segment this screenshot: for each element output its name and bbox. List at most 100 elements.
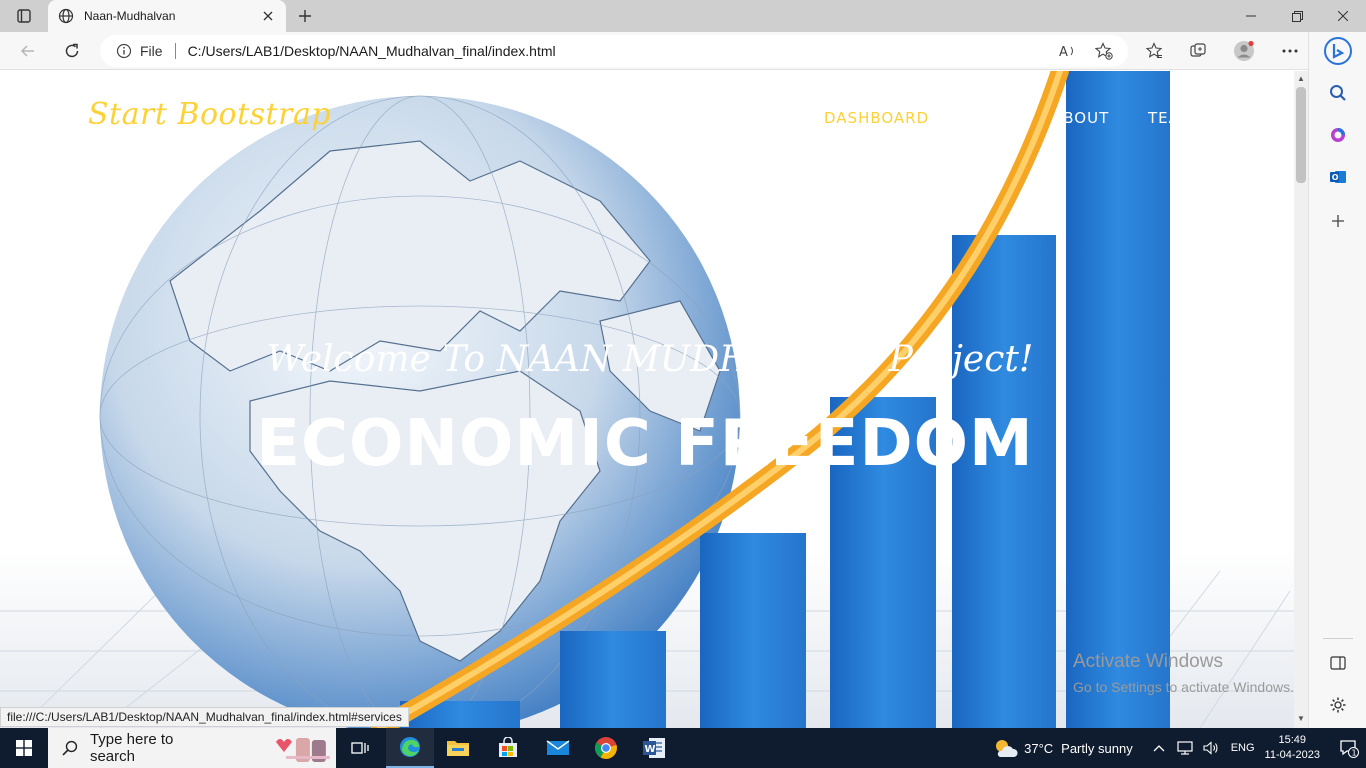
back-icon bbox=[20, 45, 34, 57]
scroll-up-arrow[interactable]: ▲ bbox=[1297, 75, 1305, 83]
more-icon bbox=[1282, 49, 1298, 53]
taskbar-chrome-app[interactable] bbox=[582, 728, 630, 768]
start-button[interactable] bbox=[0, 728, 48, 768]
taskbar-mail-app[interactable] bbox=[534, 728, 582, 768]
close-icon bbox=[1338, 11, 1348, 21]
taskbar-edge-app[interactable] bbox=[386, 728, 434, 768]
weather-icon bbox=[996, 740, 1018, 757]
refresh-button[interactable] bbox=[56, 35, 88, 67]
close-tab-button[interactable] bbox=[260, 8, 276, 24]
add-favorite-button[interactable] bbox=[1088, 35, 1120, 67]
svg-text:W: W bbox=[645, 744, 656, 755]
taskbar-store-app[interactable] bbox=[484, 728, 532, 768]
hero-heading: ECONOMIC FREEDOM bbox=[256, 407, 1034, 481]
volume-button[interactable] bbox=[1199, 741, 1223, 755]
bing-icon bbox=[1324, 37, 1352, 65]
settings-icon bbox=[1330, 697, 1346, 713]
watermark-subtitle: Go to Settings to activate Windows. bbox=[1073, 679, 1294, 695]
profile-button[interactable] bbox=[1228, 35, 1260, 67]
sidebar-office-button[interactable] bbox=[1323, 120, 1353, 150]
site-info-button[interactable] bbox=[116, 43, 132, 59]
scroll-thumb[interactable] bbox=[1296, 87, 1306, 183]
system-tray: 37°C Partly sunny ENG 15:49 11-04-2023 1 bbox=[992, 728, 1366, 768]
address-separator bbox=[174, 43, 176, 59]
collections-icon bbox=[1190, 43, 1206, 57]
word-icon: W bbox=[643, 738, 665, 758]
network-button[interactable] bbox=[1173, 741, 1197, 755]
weather-widget[interactable]: 37°C Partly sunny bbox=[992, 737, 1133, 759]
task-view-button[interactable] bbox=[336, 728, 384, 768]
bing-button[interactable] bbox=[1323, 36, 1353, 66]
input-language-indicator[interactable]: ENG bbox=[1231, 742, 1255, 754]
taskbar-clock[interactable]: 15:49 11-04-2023 bbox=[1265, 733, 1320, 763]
back-button[interactable] bbox=[12, 35, 44, 67]
hero-background-image bbox=[0, 71, 1294, 728]
maximize-icon bbox=[1291, 10, 1303, 22]
hide-sidebar-button[interactable] bbox=[1323, 648, 1353, 678]
watermark-title: Activate Windows bbox=[1073, 651, 1223, 672]
favorites-button[interactable] bbox=[1138, 35, 1170, 67]
new-tab-button[interactable] bbox=[292, 4, 318, 28]
notification-badge: 1 bbox=[1352, 749, 1357, 758]
sidebar-outlook-button[interactable]: O bbox=[1323, 162, 1353, 192]
close-icon bbox=[263, 11, 273, 21]
more-button[interactable] bbox=[1274, 35, 1306, 67]
tab-title: Naan-Mudhalvan bbox=[84, 9, 176, 23]
close-window-button[interactable] bbox=[1320, 0, 1366, 32]
edge-icon bbox=[400, 737, 420, 757]
nav-link-history[interactable]: HISTORY bbox=[944, 109, 1016, 127]
tab-actions-button[interactable] bbox=[8, 4, 40, 28]
task-view-icon bbox=[351, 742, 369, 754]
mail-icon bbox=[546, 740, 570, 755]
sidebar-add-button[interactable] bbox=[1323, 206, 1353, 236]
file-explorer-icon bbox=[447, 741, 469, 756]
taskbar-file-explorer-app[interactable] bbox=[434, 728, 482, 768]
search-highlight-image bbox=[276, 738, 331, 762]
plus-icon bbox=[299, 10, 311, 22]
taskbar-word-app[interactable]: W bbox=[630, 728, 678, 768]
nav-link-about[interactable]: ABOUT bbox=[1052, 109, 1109, 127]
address-bar[interactable]: File C:/Users/LAB1/Desktop/NAAN_Mudhalva… bbox=[100, 35, 1128, 67]
scroll-down-arrow[interactable]: ▼ bbox=[1297, 715, 1305, 723]
tab-actions-icon bbox=[17, 9, 31, 23]
browser-toolbar: File C:/Users/LAB1/Desktop/NAAN_Mudhalva… bbox=[0, 32, 1366, 70]
weather-condition: Partly sunny bbox=[1061, 740, 1133, 756]
maximize-button[interactable] bbox=[1274, 0, 1320, 32]
sidebar-divider bbox=[1323, 638, 1353, 639]
read-aloud-icon: A bbox=[1059, 45, 1073, 59]
taskbar-search-box[interactable]: Type here to search bbox=[48, 728, 336, 768]
chevron-up-icon bbox=[1153, 745, 1165, 752]
collections-button[interactable] bbox=[1182, 35, 1214, 67]
chrome-icon bbox=[594, 737, 617, 759]
nav-link-dashboard[interactable]: DASHBOARD bbox=[824, 109, 929, 127]
hero-subheading: Welcome To NAAN MUDHALVAN Project! bbox=[266, 339, 1034, 380]
brand-logo-link[interactable]: Start Bootstrap bbox=[88, 97, 331, 132]
page-viewport: Start Bootstrap DASHBOARD HISTORY ABOUT … bbox=[0, 71, 1294, 728]
url-text[interactable]: C:/Users/LAB1/Desktop/NAAN_Mudhalvan_fin… bbox=[188, 43, 556, 59]
office-icon bbox=[1331, 128, 1345, 142]
read-aloud-button[interactable]: A bbox=[1052, 35, 1084, 67]
page-scrollbar[interactable]: ▲ ▼ bbox=[1294, 71, 1308, 728]
refresh-icon bbox=[65, 43, 79, 58]
windows-icon bbox=[16, 740, 32, 756]
nav-link-team[interactable]: TEAM bbox=[1148, 109, 1194, 127]
minimize-button[interactable] bbox=[1228, 0, 1274, 32]
search-icon bbox=[1330, 85, 1346, 101]
browser-tab[interactable]: Naan-Mudhalvan bbox=[48, 0, 286, 32]
svg-text:O: O bbox=[1332, 173, 1339, 182]
file-label: File bbox=[140, 43, 163, 59]
profile-icon bbox=[1234, 40, 1254, 61]
clock-date: 11-04-2023 bbox=[1264, 749, 1320, 761]
sidebar-search-button[interactable] bbox=[1323, 78, 1353, 108]
notification-center-button[interactable]: 1 bbox=[1332, 728, 1366, 768]
sidebar-settings-button[interactable] bbox=[1323, 690, 1353, 720]
search-icon bbox=[62, 740, 78, 756]
browser-tab-bar: Naan-Mudhalvan bbox=[0, 0, 1366, 32]
store-icon bbox=[499, 737, 517, 757]
taskbar-search-placeholder: Type here to search bbox=[89, 731, 174, 765]
weather-temperature: 37°C bbox=[1024, 740, 1054, 756]
volume-icon bbox=[1203, 741, 1218, 755]
clock-time: 15:49 bbox=[1278, 734, 1307, 746]
show-hidden-icons-button[interactable] bbox=[1147, 744, 1171, 752]
link-status-bar: file:///C:/Users/LAB1/Desktop/NAAN_Mudha… bbox=[0, 707, 409, 727]
